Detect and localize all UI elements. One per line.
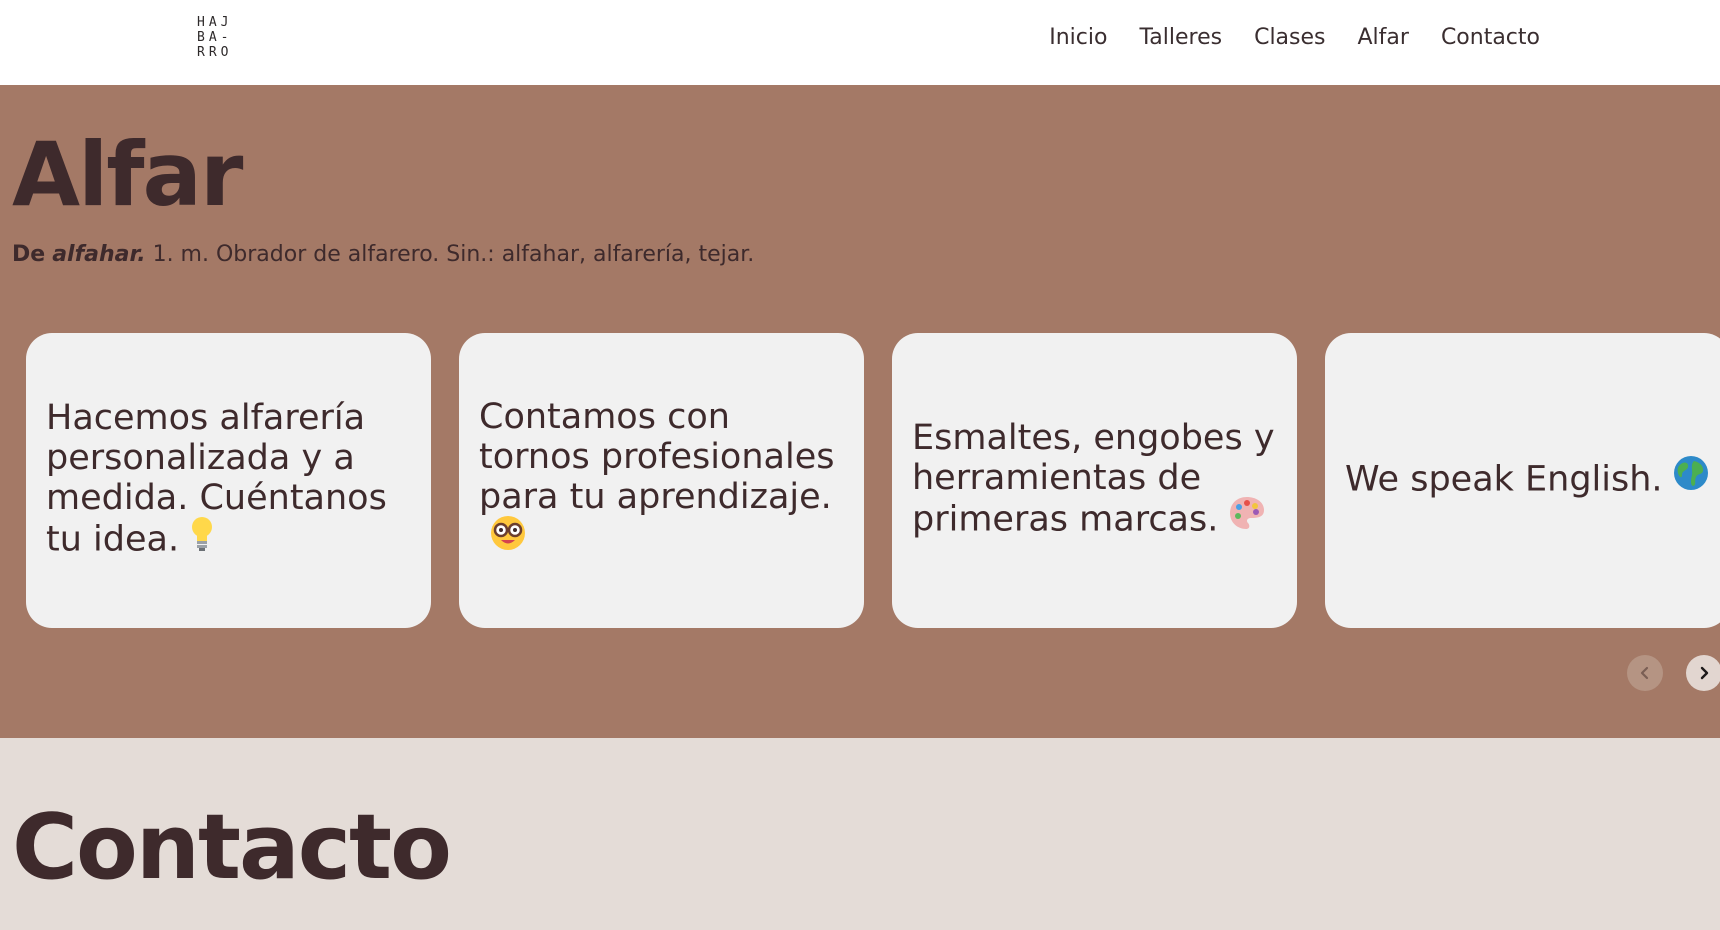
feature-card: Hacemos alfarería personalizada y a medi… — [26, 333, 431, 628]
feature-card-text: We speak English. — [1345, 455, 1709, 503]
artist-palette-icon — [1228, 495, 1266, 540]
feature-card-label: Contamos con tornos profesionales para t… — [479, 397, 835, 517]
light-bulb-icon — [189, 515, 215, 560]
nav-link-talleres[interactable]: Talleres — [1139, 23, 1222, 53]
feature-card-label: We speak English. — [1345, 459, 1663, 500]
alfar-definition: De alfahar. 1. m. Obrador de alfarero. S… — [12, 240, 754, 270]
chevron-left-icon — [1640, 666, 1649, 680]
definition-text: 1. m. Obrador de alfarero. Sin.: alfahar… — [145, 242, 755, 267]
logo-line-3: RRO — [197, 45, 233, 60]
feature-card-text: Esmaltes, engobes y herramientas de prim… — [912, 418, 1277, 543]
contacto-title: Contacto — [12, 795, 452, 900]
carousel-prev-button[interactable] — [1627, 655, 1663, 691]
carousel-next-button[interactable] — [1686, 655, 1720, 691]
feature-card-label: Esmaltes, engobes y herramientas de prim… — [912, 418, 1275, 540]
feature-card-label: Hacemos alfarería personalizada y a medi… — [46, 398, 387, 560]
nav-link-clases[interactable]: Clases — [1254, 23, 1325, 53]
definition-word: alfahar. — [52, 242, 146, 267]
site-header: HAJ BA- RRO Inicio Talleres Clases Alfar… — [0, 0, 1720, 85]
feature-card-text: Hacemos alfarería personalizada y a medi… — [46, 398, 411, 563]
feature-card: Esmaltes, engobes y herramientas de prim… — [892, 333, 1297, 628]
nav-link-contacto[interactable]: Contacto — [1441, 23, 1540, 53]
feature-card: Contamos con tornos profesionales para t… — [459, 333, 864, 628]
site-logo[interactable]: HAJ BA- RRO — [197, 15, 249, 60]
logo-line-1: HAJ — [197, 15, 233, 30]
globe-icon — [1673, 455, 1709, 500]
main-nav: Inicio Talleres Clases Alfar Contacto — [1049, 23, 1540, 53]
nerd-face-icon — [489, 514, 527, 561]
alfar-section: Alfar De alfahar. 1. m. Obrador de alfar… — [0, 85, 1720, 738]
nav-link-inicio[interactable]: Inicio — [1049, 23, 1107, 53]
feature-carousel: Hacemos alfarería personalizada y a medi… — [26, 333, 1720, 628]
contacto-section: Contacto — [0, 738, 1720, 930]
alfar-title: Alfar — [12, 123, 243, 226]
feature-card: We speak English. — [1325, 333, 1720, 628]
definition-prefix: De — [12, 242, 46, 267]
chevron-right-icon — [1700, 666, 1709, 680]
nav-link-alfar[interactable]: Alfar — [1358, 23, 1409, 53]
feature-card-text: Contamos con tornos profesionales para t… — [479, 397, 844, 564]
logo-line-2: BA- — [197, 30, 233, 45]
